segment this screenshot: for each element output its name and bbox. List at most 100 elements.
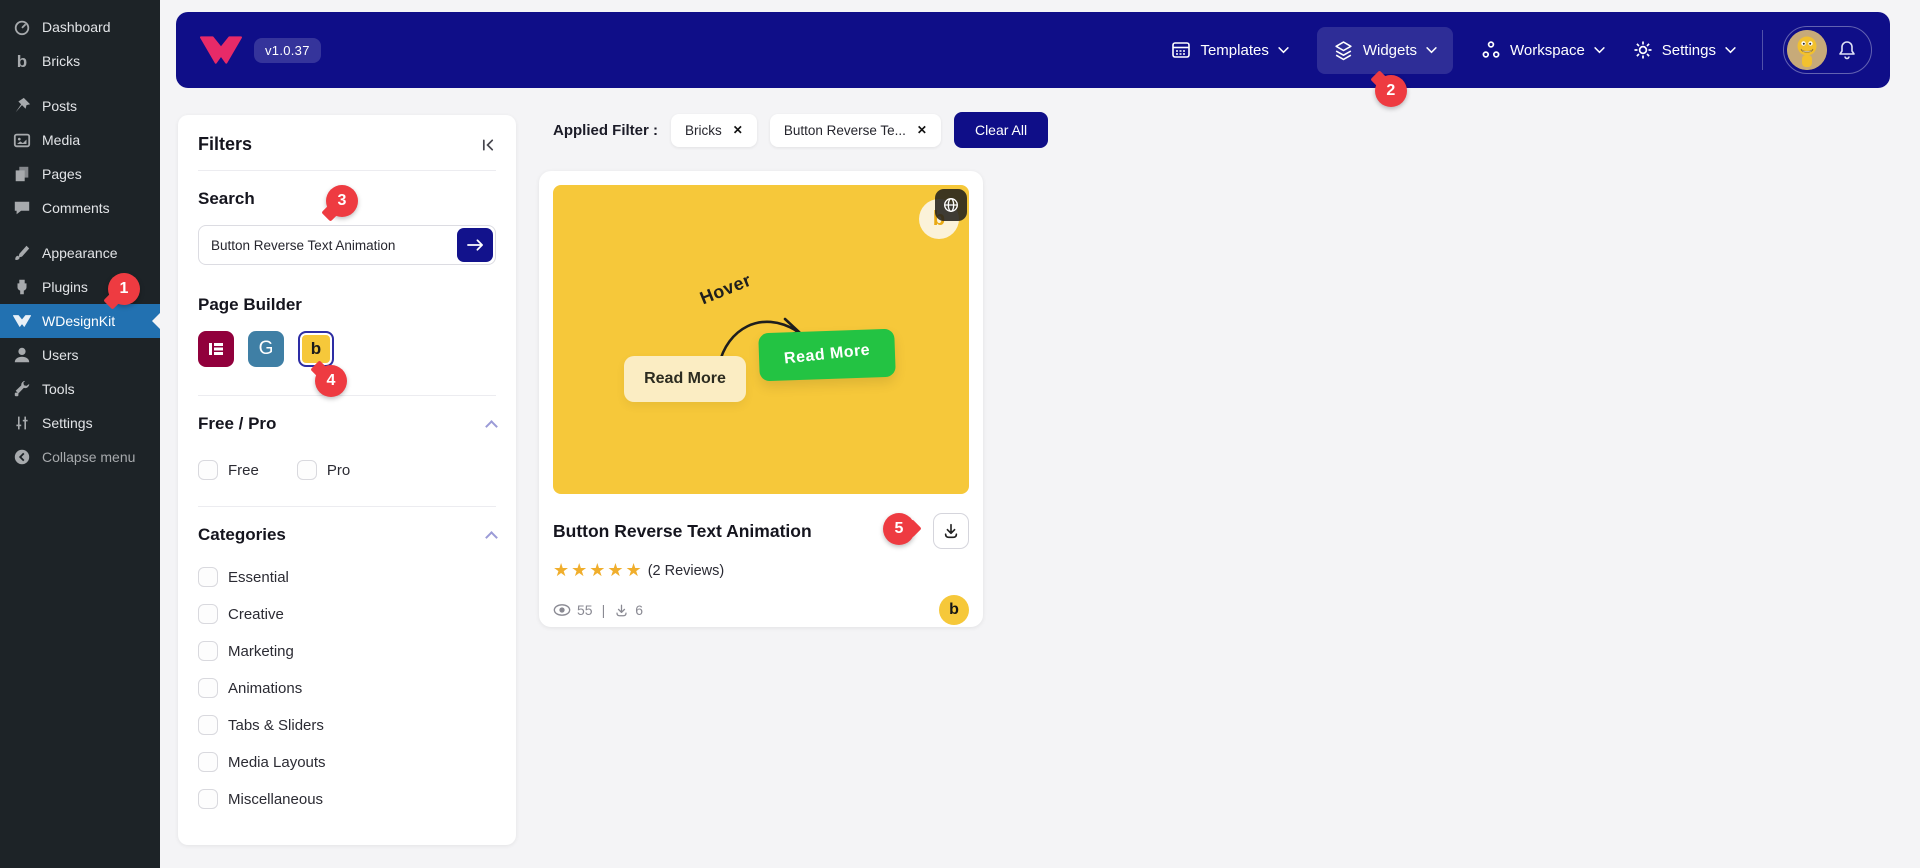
tools-icon xyxy=(12,379,32,399)
wdesignkit-icon xyxy=(12,311,32,331)
eye-icon xyxy=(553,603,571,617)
category-animations[interactable]: Animations xyxy=(198,678,496,698)
sidebar-item-label: Posts xyxy=(42,98,78,114)
nav-settings[interactable]: Settings xyxy=(1633,40,1736,60)
filters-panel: Filters Search 3 Page Builder G b 4 Free… xyxy=(178,115,516,845)
sidebar-item-label: Collapse menu xyxy=(42,449,136,465)
download-widget-button[interactable] xyxy=(933,513,969,549)
category-essential[interactable]: Essential xyxy=(198,567,496,587)
avatar[interactable] xyxy=(1787,30,1827,70)
step-marker-5: 5 xyxy=(883,513,915,545)
checkbox[interactable] xyxy=(198,460,218,480)
sidebar-item-posts[interactable]: Posts xyxy=(0,89,160,123)
nav-widgets[interactable]: Widgets 2 xyxy=(1316,26,1454,107)
search-input[interactable] xyxy=(198,225,496,265)
nav-templates[interactable]: Templates xyxy=(1171,40,1289,60)
search-submit-button[interactable] xyxy=(457,228,493,262)
pro-checkbox[interactable]: Pro xyxy=(296,460,350,480)
sidebar-item-label: Pages xyxy=(42,166,82,182)
nav-label: Workspace xyxy=(1510,41,1585,59)
sidebar-item-label: Settings xyxy=(42,415,93,431)
account-area xyxy=(1783,26,1872,74)
sidebar-item-settings[interactable]: Settings xyxy=(0,406,160,440)
search-wrap: 3 xyxy=(198,185,496,265)
chevron-down-icon xyxy=(1594,46,1605,54)
chevron-up-icon[interactable] xyxy=(485,531,498,544)
nav-label: Settings xyxy=(1661,41,1716,59)
checkbox[interactable] xyxy=(198,604,218,624)
step-marker-4: 4 xyxy=(315,365,347,397)
nav-workspace[interactable]: Workspace xyxy=(1481,40,1605,60)
version-badge: v1.0.37 xyxy=(254,37,321,63)
sidebar-item-label: Appearance xyxy=(42,245,118,261)
pushpin-icon xyxy=(12,96,32,116)
brand: v1.0.37 xyxy=(200,36,321,64)
close-icon[interactable]: ✕ xyxy=(733,123,743,137)
checkbox[interactable] xyxy=(198,641,218,661)
sidebar-item-label: Media xyxy=(42,132,81,148)
checkbox[interactable] xyxy=(198,567,218,587)
category-marketing[interactable]: Marketing xyxy=(198,641,496,661)
sidebar-item-label: WDesignKit xyxy=(42,313,116,329)
gear-icon xyxy=(1633,40,1653,60)
category-tabs-sliders[interactable]: Tabs & Sliders xyxy=(198,715,496,735)
categories-heading: Categories xyxy=(198,525,286,544)
bricks-builder-icon-selected[interactable]: b xyxy=(298,331,334,367)
download-icon xyxy=(614,603,629,618)
sidebar-item-label: Plugins xyxy=(42,279,88,295)
collapse-arrow-icon xyxy=(12,447,32,467)
views-stat: 55 xyxy=(553,602,593,618)
category-creative[interactable]: Creative xyxy=(198,604,496,624)
category-miscellaneous[interactable]: Miscellaneous xyxy=(198,789,496,809)
comments-icon xyxy=(12,198,32,218)
elementor-builder-icon[interactable] xyxy=(198,331,234,367)
checkbox[interactable] xyxy=(198,715,218,735)
media-icon xyxy=(12,130,32,150)
clear-all-button[interactable]: Clear All xyxy=(953,112,1049,148)
filter-chip-search-term[interactable]: Button Reverse Te... ✕ xyxy=(769,113,941,147)
sidebar-item-label: Dashboard xyxy=(42,19,111,35)
checkbox[interactable] xyxy=(296,460,317,480)
chip-label: Button Reverse Te... xyxy=(783,122,906,138)
pages-icon xyxy=(12,164,32,184)
bell-icon[interactable] xyxy=(1837,40,1857,60)
star-rating: ★★★★★ xyxy=(553,560,644,580)
sidebar-item-label: Users xyxy=(42,347,79,363)
nav-label: Widgets xyxy=(1362,41,1418,59)
wdesignkit-logo-icon xyxy=(200,36,242,64)
checkbox[interactable] xyxy=(198,789,218,809)
sidebar-item-label: Bricks xyxy=(42,53,81,69)
chevron-up-icon[interactable] xyxy=(485,420,498,433)
sidebar-item-pages[interactable]: Pages xyxy=(0,157,160,191)
dashboard-icon xyxy=(12,17,32,37)
filter-chip-bricks[interactable]: Bricks ✕ xyxy=(671,113,757,147)
checkbox[interactable] xyxy=(198,752,218,772)
settings-sliders-icon xyxy=(12,413,32,433)
sidebar-item-dashboard[interactable]: Dashboard xyxy=(0,10,160,44)
widgets-layers-icon xyxy=(1333,40,1354,61)
sidebar-item-bricks[interactable]: b Bricks xyxy=(0,44,160,78)
read-more-default-button: Read More xyxy=(624,356,746,402)
sidebar-item-comments[interactable]: Comments xyxy=(0,191,160,225)
chevron-down-icon xyxy=(1725,46,1736,54)
sidebar-item-tools[interactable]: Tools xyxy=(0,372,160,406)
category-media-layouts[interactable]: Media Layouts xyxy=(198,752,496,772)
free-pro-heading: Free / Pro xyxy=(198,414,277,433)
sidebar-item-appearance[interactable]: Appearance xyxy=(0,236,160,270)
sidebar-item-collapse-menu[interactable]: Collapse menu xyxy=(0,440,160,474)
free-checkbox[interactable]: Free xyxy=(198,460,259,480)
close-icon[interactable]: ✕ xyxy=(917,123,927,137)
sidebar-item-users[interactable]: Users xyxy=(0,338,160,372)
widget-thumbnail[interactable]: b Hover Read More Read More xyxy=(553,185,969,494)
collapse-panel-icon[interactable] xyxy=(481,138,496,152)
free-pro-options: Free Pro xyxy=(198,460,496,480)
checkbox[interactable] xyxy=(198,678,218,698)
gutenberg-builder-icon[interactable]: G xyxy=(248,331,284,367)
step-marker-3: 3 xyxy=(326,185,358,217)
chip-label: Bricks xyxy=(685,122,722,138)
widget-card[interactable]: b Hover Read More Read More Button Rever… xyxy=(539,171,983,627)
sidebar-item-wdesignkit[interactable]: WDesignKit xyxy=(0,304,160,338)
templates-icon xyxy=(1171,40,1191,60)
sidebar-item-media[interactable]: Media xyxy=(0,123,160,157)
workspace-icon xyxy=(1481,40,1501,60)
